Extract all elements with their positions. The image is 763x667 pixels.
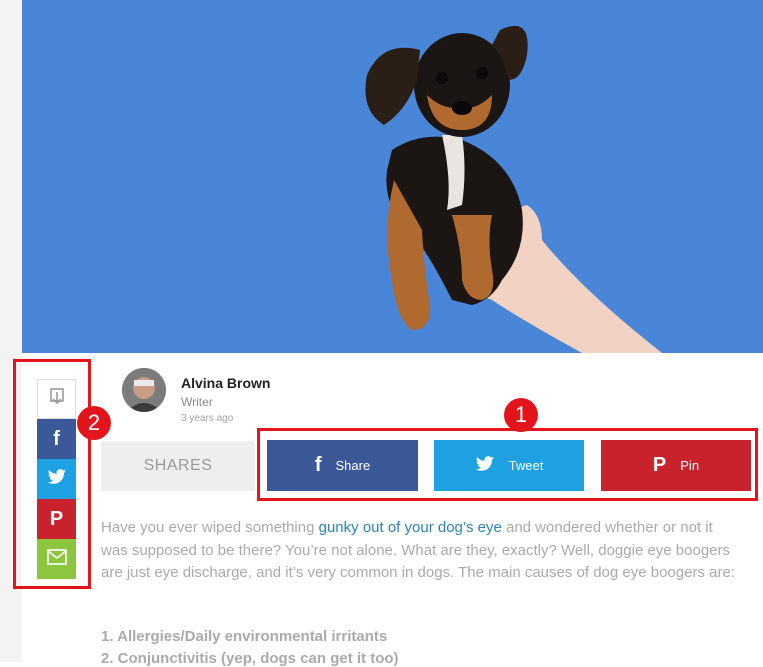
annotation-box-1 <box>257 428 758 501</box>
list-item: 2. Conjunctivitis (yep, dogs can get it … <box>101 650 399 667</box>
author-name[interactable]: Alvina Brown <box>181 375 270 391</box>
avatar[interactable] <box>122 368 166 412</box>
shares-label-box: SHARES <box>101 441 255 491</box>
hero-image <box>22 0 763 353</box>
author-timestamp: 3 years ago <box>181 413 234 424</box>
author-role: Writer <box>181 395 213 409</box>
article-paragraph: Have you ever wiped something gunky out … <box>101 517 741 585</box>
list-item: 1. Allergies/Daily environmental irritan… <box>101 628 388 645</box>
article-text-before: Have you ever wiped something <box>101 519 319 536</box>
annotation-badge-1: 1 <box>504 398 538 432</box>
annotation-badge-2: 2 <box>77 406 111 440</box>
annotation-box-2 <box>13 359 91 589</box>
shares-label: SHARES <box>143 457 213 474</box>
article-link[interactable]: gunky out of your dog’s eye <box>319 519 502 536</box>
